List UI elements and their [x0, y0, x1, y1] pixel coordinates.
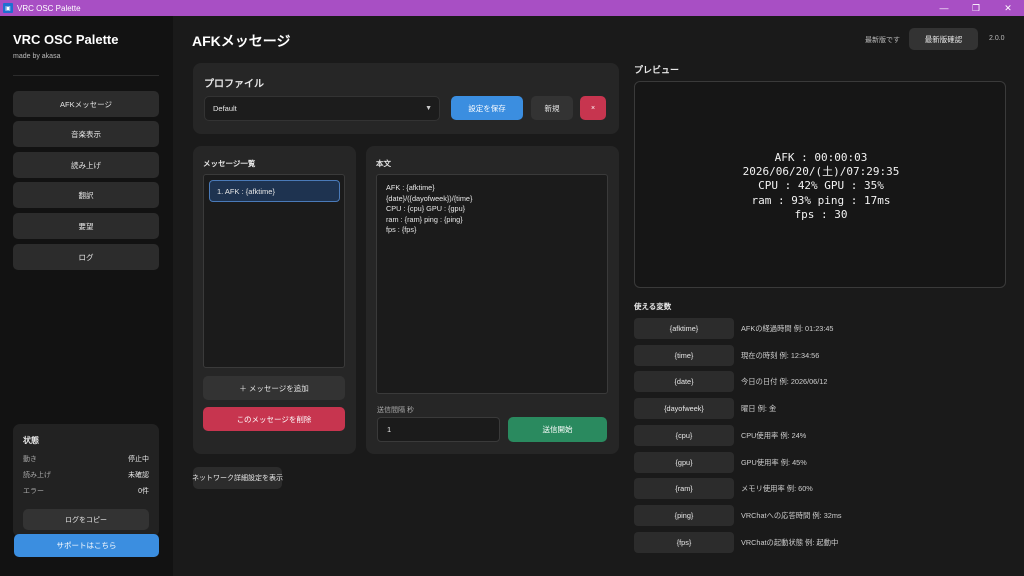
- update-status: 最新版です: [865, 37, 900, 44]
- message-list-title: メッセージ一覧: [203, 159, 256, 168]
- status-key: エラー: [23, 488, 44, 495]
- variable-name[interactable]: {time}: [634, 345, 734, 366]
- variable-row: {date} 今日の日付 例: 2026/06/12: [634, 371, 1014, 392]
- variable-row: {gpu} GPU使用率 例: 45%: [634, 452, 1014, 473]
- variable-name[interactable]: {dayofweek}: [634, 398, 734, 419]
- variable-desc: メモリ使用率 例: 60%: [741, 484, 813, 493]
- variable-name[interactable]: {cpu}: [634, 425, 734, 446]
- save-settings-button[interactable]: 設定を保存: [451, 96, 523, 120]
- interval-label: 送信間隔 秒: [377, 407, 414, 414]
- status-card: 状態 動き 停止中 読み上げ 未確認 エラー 0件 ログをコピー: [13, 424, 159, 537]
- profile-title: プロファイル: [204, 79, 264, 90]
- status-value: 0件: [138, 488, 149, 495]
- profile-select[interactable]: Default ▼: [204, 96, 440, 121]
- body-textarea[interactable]: AFK : {afktime} {date}/({dayofweek})/{ti…: [376, 174, 608, 394]
- variable-desc: VRChatへの応答時間 例: 32ms: [741, 511, 842, 520]
- status-value: 未確認: [128, 472, 149, 479]
- variables-title: 使える変数: [634, 302, 672, 311]
- status-row: 読み上げ 未確認: [23, 470, 149, 480]
- nav-log[interactable]: ログ: [13, 244, 159, 270]
- body-title: 本文: [376, 159, 391, 168]
- maximize-icon[interactable]: ❐: [960, 0, 992, 16]
- variable-name[interactable]: {afktime}: [634, 318, 734, 339]
- version-label: 2.0.0: [989, 35, 1005, 42]
- status-key: 動き: [23, 456, 37, 463]
- variable-desc: CPU使用率 例: 24%: [741, 431, 807, 440]
- minimize-icon[interactable]: —: [928, 0, 960, 16]
- variable-desc: 現在の時刻 例: 12:34:56: [741, 351, 820, 360]
- variable-desc: 曜日 例: 金: [741, 404, 777, 413]
- preview-text: AFK : 00:00:03 2026/06/20/(土)/07:29:35 C…: [742, 151, 900, 221]
- variable-name[interactable]: {ping}: [634, 505, 734, 526]
- sidebar-divider: [13, 75, 159, 76]
- network-settings-button[interactable]: ネットワーク詳細設定を表示: [192, 467, 283, 489]
- close-icon[interactable]: ✕: [992, 0, 1024, 16]
- add-message-button[interactable]: ＋ メッセージを追加: [203, 376, 345, 400]
- variable-desc: GPU使用率 例: 45%: [741, 458, 807, 467]
- variable-name[interactable]: {ram}: [634, 478, 734, 499]
- variable-name[interactable]: {gpu}: [634, 452, 734, 473]
- delete-profile-button[interactable]: ×: [580, 96, 606, 120]
- status-value: 停止中: [128, 456, 149, 463]
- app-brand: VRC OSC Palette: [13, 32, 119, 47]
- nav-read-aloud[interactable]: 読み上げ: [13, 152, 159, 178]
- variable-row: {time} 現在の時刻 例: 12:34:56: [634, 345, 1014, 366]
- status-row: 動き 停止中: [23, 454, 149, 464]
- variable-row: {cpu} CPU使用率 例: 24%: [634, 425, 1014, 446]
- title-bar: ▣ VRC OSC Palette — ❐ ✕: [0, 0, 1024, 16]
- app-author: made by akasa: [13, 53, 61, 60]
- body-card: 本文 AFK : {afktime} {date}/({dayofweek})/…: [366, 146, 619, 454]
- profile-card: プロファイル Default ▼ 設定を保存 新規 ×: [193, 63, 619, 134]
- preview-title: プレビュー: [634, 65, 680, 75]
- status-row: エラー 0件: [23, 486, 149, 496]
- check-update-button[interactable]: 最新版確認: [909, 28, 978, 50]
- status-title: 状態: [23, 436, 39, 445]
- status-key: 読み上げ: [23, 472, 51, 479]
- window-title: VRC OSC Palette: [17, 3, 81, 13]
- chevron-down-icon: ▼: [425, 105, 432, 112]
- variable-row: {fps} VRChatの起動状態 例: 起動中: [634, 532, 1014, 553]
- interval-input[interactable]: 1: [377, 417, 500, 442]
- sidebar: VRC OSC Palette made by akasa AFKメッセージ 音…: [0, 16, 173, 576]
- delete-message-button[interactable]: このメッセージを削除: [203, 407, 345, 431]
- start-sending-button[interactable]: 送信開始: [508, 417, 607, 442]
- app-icon: ▣: [3, 3, 13, 13]
- new-profile-button[interactable]: 新規: [531, 96, 573, 120]
- variable-desc: 今日の日付 例: 2026/06/12: [741, 377, 828, 386]
- variable-desc: AFKの経過時間 例: 01:23:45: [741, 324, 834, 333]
- list-item[interactable]: 1. AFK : {afktime}: [209, 180, 340, 202]
- preview-box: AFK : 00:00:03 2026/06/20/(土)/07:29:35 C…: [634, 81, 1006, 288]
- nav-music[interactable]: 音楽表示: [13, 121, 159, 147]
- nav-request[interactable]: 要望: [13, 213, 159, 239]
- nav-translate[interactable]: 翻訳: [13, 182, 159, 208]
- variable-row: {ping} VRChatへの応答時間 例: 32ms: [634, 505, 1014, 526]
- support-button[interactable]: サポートはこちら: [14, 534, 159, 557]
- variable-row: {dayofweek} 曜日 例: 金: [634, 398, 1014, 419]
- variable-desc: VRChatの起動状態 例: 起動中: [741, 538, 839, 547]
- profile-selected-value: Default: [213, 104, 237, 113]
- copy-log-button[interactable]: ログをコピー: [23, 509, 149, 530]
- page-title: AFKメッセージ: [192, 33, 291, 49]
- window-controls: — ❐ ✕: [928, 0, 1024, 16]
- nav-afk-message[interactable]: AFKメッセージ: [13, 91, 159, 117]
- variable-name[interactable]: {date}: [634, 371, 734, 392]
- variable-row: {ram} メモリ使用率 例: 60%: [634, 478, 1014, 499]
- variable-name[interactable]: {fps}: [634, 532, 734, 553]
- variable-row: {afktime} AFKの経過時間 例: 01:23:45: [634, 318, 1014, 339]
- message-list[interactable]: 1. AFK : {afktime}: [203, 174, 345, 368]
- message-list-card: メッセージ一覧 1. AFK : {afktime} ＋ メッセージを追加 この…: [193, 146, 356, 454]
